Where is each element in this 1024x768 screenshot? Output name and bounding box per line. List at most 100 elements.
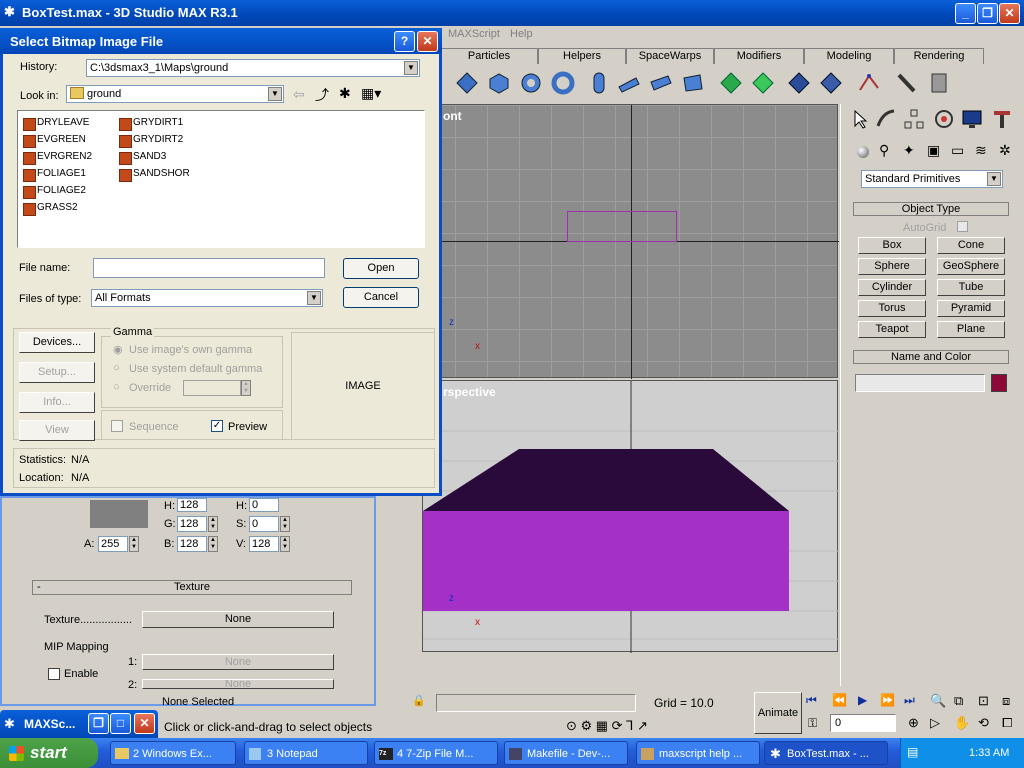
prism-tool-icon[interactable] — [680, 70, 706, 96]
sequence-checkbox[interactable] — [111, 420, 123, 432]
select-arrow-icon[interactable] — [849, 108, 871, 130]
h-input[interactable]: 128 — [177, 498, 207, 512]
devices-button[interactable]: Devices... — [19, 332, 95, 353]
autogrid-checkbox[interactable] — [957, 221, 968, 232]
task-devcpp[interactable]: Makefile - Dev-... — [504, 741, 628, 765]
play-icon[interactable]: ▶ — [858, 693, 867, 707]
task-3dsmax[interactable]: ✱ BoxTest.max - ... — [764, 741, 888, 765]
spring-icon[interactable] — [926, 70, 952, 96]
info-button[interactable]: Info... — [19, 392, 95, 413]
zoom-icon[interactable]: 🔍 — [930, 693, 946, 709]
frame-input[interactable]: 0 — [830, 714, 896, 732]
mesh-grid2-icon[interactable] — [750, 70, 776, 96]
up-folder-icon[interactable]: ⤴ — [315, 85, 329, 105]
s-spinner[interactable]: ▲ ▼ — [280, 516, 290, 532]
cancel-button[interactable]: Cancel — [343, 287, 419, 308]
back-icon[interactable]: ⇦ — [293, 86, 305, 103]
cone-button[interactable]: Cone — [937, 237, 1005, 254]
object-type-rollout[interactable]: Object Type — [853, 202, 1009, 216]
tab-helpers[interactable]: Helpers — [538, 48, 626, 64]
s-input[interactable]: 0 — [249, 516, 279, 532]
g-spinner[interactable]: ▲ ▼ — [208, 516, 218, 532]
patch-grid2-icon[interactable] — [818, 70, 844, 96]
name-color-rollout[interactable]: Name and Color — [853, 350, 1009, 364]
box-tool-icon[interactable] — [486, 70, 512, 96]
cameras-icon[interactable]: ▣ — [927, 142, 940, 159]
tab-rendering[interactable]: Rendering — [894, 48, 984, 64]
task-notepad[interactable]: 3 Notepad — [244, 741, 368, 765]
maximize-viewport-icon[interactable]: ⧠ — [1002, 715, 1012, 731]
cylinder-button[interactable]: Cylinder — [858, 279, 926, 296]
torus-button[interactable]: Torus — [858, 300, 926, 317]
filename-input[interactable] — [93, 258, 325, 278]
helpers-icon[interactable]: ▭ — [951, 142, 964, 159]
gamma-override-radio[interactable]: ○ — [113, 381, 120, 393]
help-icon[interactable]: ? — [394, 31, 415, 52]
list-item[interactable]: SAND3 — [117, 149, 166, 165]
prev-frame-icon[interactable]: ⏪ — [832, 693, 847, 707]
next-frame-icon[interactable]: ⏩ — [880, 693, 895, 707]
close-icon[interactable]: ✕ — [999, 3, 1020, 24]
box-button[interactable]: Box — [858, 237, 926, 254]
arc-rotate-icon[interactable]: ⟲ — [978, 715, 989, 731]
object-name-input[interactable] — [855, 374, 985, 392]
tab-modifiers[interactable]: Modifiers — [714, 48, 804, 64]
zoom-all-icon[interactable]: ⧉ — [954, 693, 963, 709]
mip-1-button[interactable]: None — [142, 654, 334, 670]
dialog-close-icon[interactable]: ✕ — [417, 31, 438, 52]
zoom-extents-icon[interactable]: ⊡ — [978, 693, 989, 709]
torus-tool-icon[interactable] — [550, 70, 576, 96]
maxscript-restore-icon[interactable]: ❐ — [88, 713, 109, 734]
task-windows-explorer[interactable]: 2 Windows Ex... — [110, 741, 236, 765]
wedge-tool-icon[interactable] — [616, 70, 642, 96]
view-menu-icon[interactable]: ▦▾ — [361, 85, 381, 102]
a-spinner[interactable]: ▲ ▼ — [129, 536, 139, 552]
b-input[interactable]: 128 — [177, 536, 207, 552]
fov-icon[interactable]: ▷ — [930, 715, 940, 731]
list-item[interactable]: GRYDIRT2 — [117, 132, 183, 148]
maxscript-window[interactable]: ✱ MAXSc... ❐ □ ✕ — [0, 710, 158, 738]
gamma-override-spinner[interactable]: ▲ ▼ — [241, 380, 251, 396]
geosphere-button[interactable]: GeoSphere — [937, 258, 1005, 275]
goto-end-icon[interactable]: ⏭ — [904, 693, 915, 708]
b-spinner[interactable]: ▲ ▼ — [208, 536, 218, 552]
tab-particles[interactable]: Particles — [440, 48, 538, 64]
task-maxscript-help[interactable]: maxscript help ... — [636, 741, 760, 765]
spacewarps-icon[interactable]: ≋ — [975, 142, 987, 159]
cone-tool-icon[interactable] — [454, 70, 480, 96]
list-item[interactable]: GRASS2 — [21, 200, 78, 216]
animate-button[interactable]: Animate — [754, 692, 802, 734]
list-item[interactable]: SANDSHOR — [117, 166, 190, 182]
front-viewport[interactable]: ont z x — [422, 104, 839, 379]
zoom-extents-all-icon[interactable]: ⧈ — [1002, 693, 1010, 709]
tube-button[interactable]: Tube — [937, 279, 1005, 296]
teapot-button[interactable]: Teapot — [858, 321, 926, 338]
g-input[interactable]: 128 — [177, 516, 207, 532]
restore-icon[interactable]: ❐ — [977, 3, 998, 24]
gamma-system-radio[interactable]: ○ — [113, 362, 120, 374]
list-item[interactable]: FOLIAGE2 — [21, 183, 86, 199]
key-mode-icon[interactable]: ⚿ — [808, 716, 817, 731]
hierarchy-icon[interactable] — [903, 108, 925, 130]
history-dropdown[interactable]: C:\3dsmax3_1\Maps\ground ▼ — [86, 59, 420, 77]
capsule-tool-icon[interactable] — [586, 70, 612, 96]
patch-grid-icon[interactable] — [786, 70, 812, 96]
list-item[interactable]: DRYLEAVE — [21, 115, 89, 131]
geometry-icon[interactable] — [857, 146, 869, 158]
sphere-button[interactable]: Sphere — [858, 258, 926, 275]
category-dropdown[interactable]: Standard Primitives ▼ — [861, 170, 1003, 188]
tab-modeling[interactable]: Modeling — [804, 48, 894, 64]
open-button[interactable]: Open — [343, 258, 419, 279]
gamma-override-input[interactable] — [183, 380, 241, 396]
list-item[interactable]: GRYDIRT1 — [117, 115, 183, 131]
maxscript-close-icon[interactable]: ✕ — [134, 713, 155, 734]
tool-icon[interactable] — [894, 70, 920, 96]
systems-icon[interactable]: ✲ — [999, 142, 1011, 159]
a-input[interactable]: 255 — [98, 536, 128, 552]
tray-icon[interactable]: ▤ — [907, 745, 918, 759]
view-button[interactable]: View — [19, 420, 95, 441]
v-input[interactable]: 128 — [249, 536, 279, 552]
lights-icon[interactable]: ✦ — [903, 142, 915, 159]
pyramid-button[interactable]: Pyramid — [937, 300, 1005, 317]
display-icon[interactable] — [961, 108, 983, 130]
